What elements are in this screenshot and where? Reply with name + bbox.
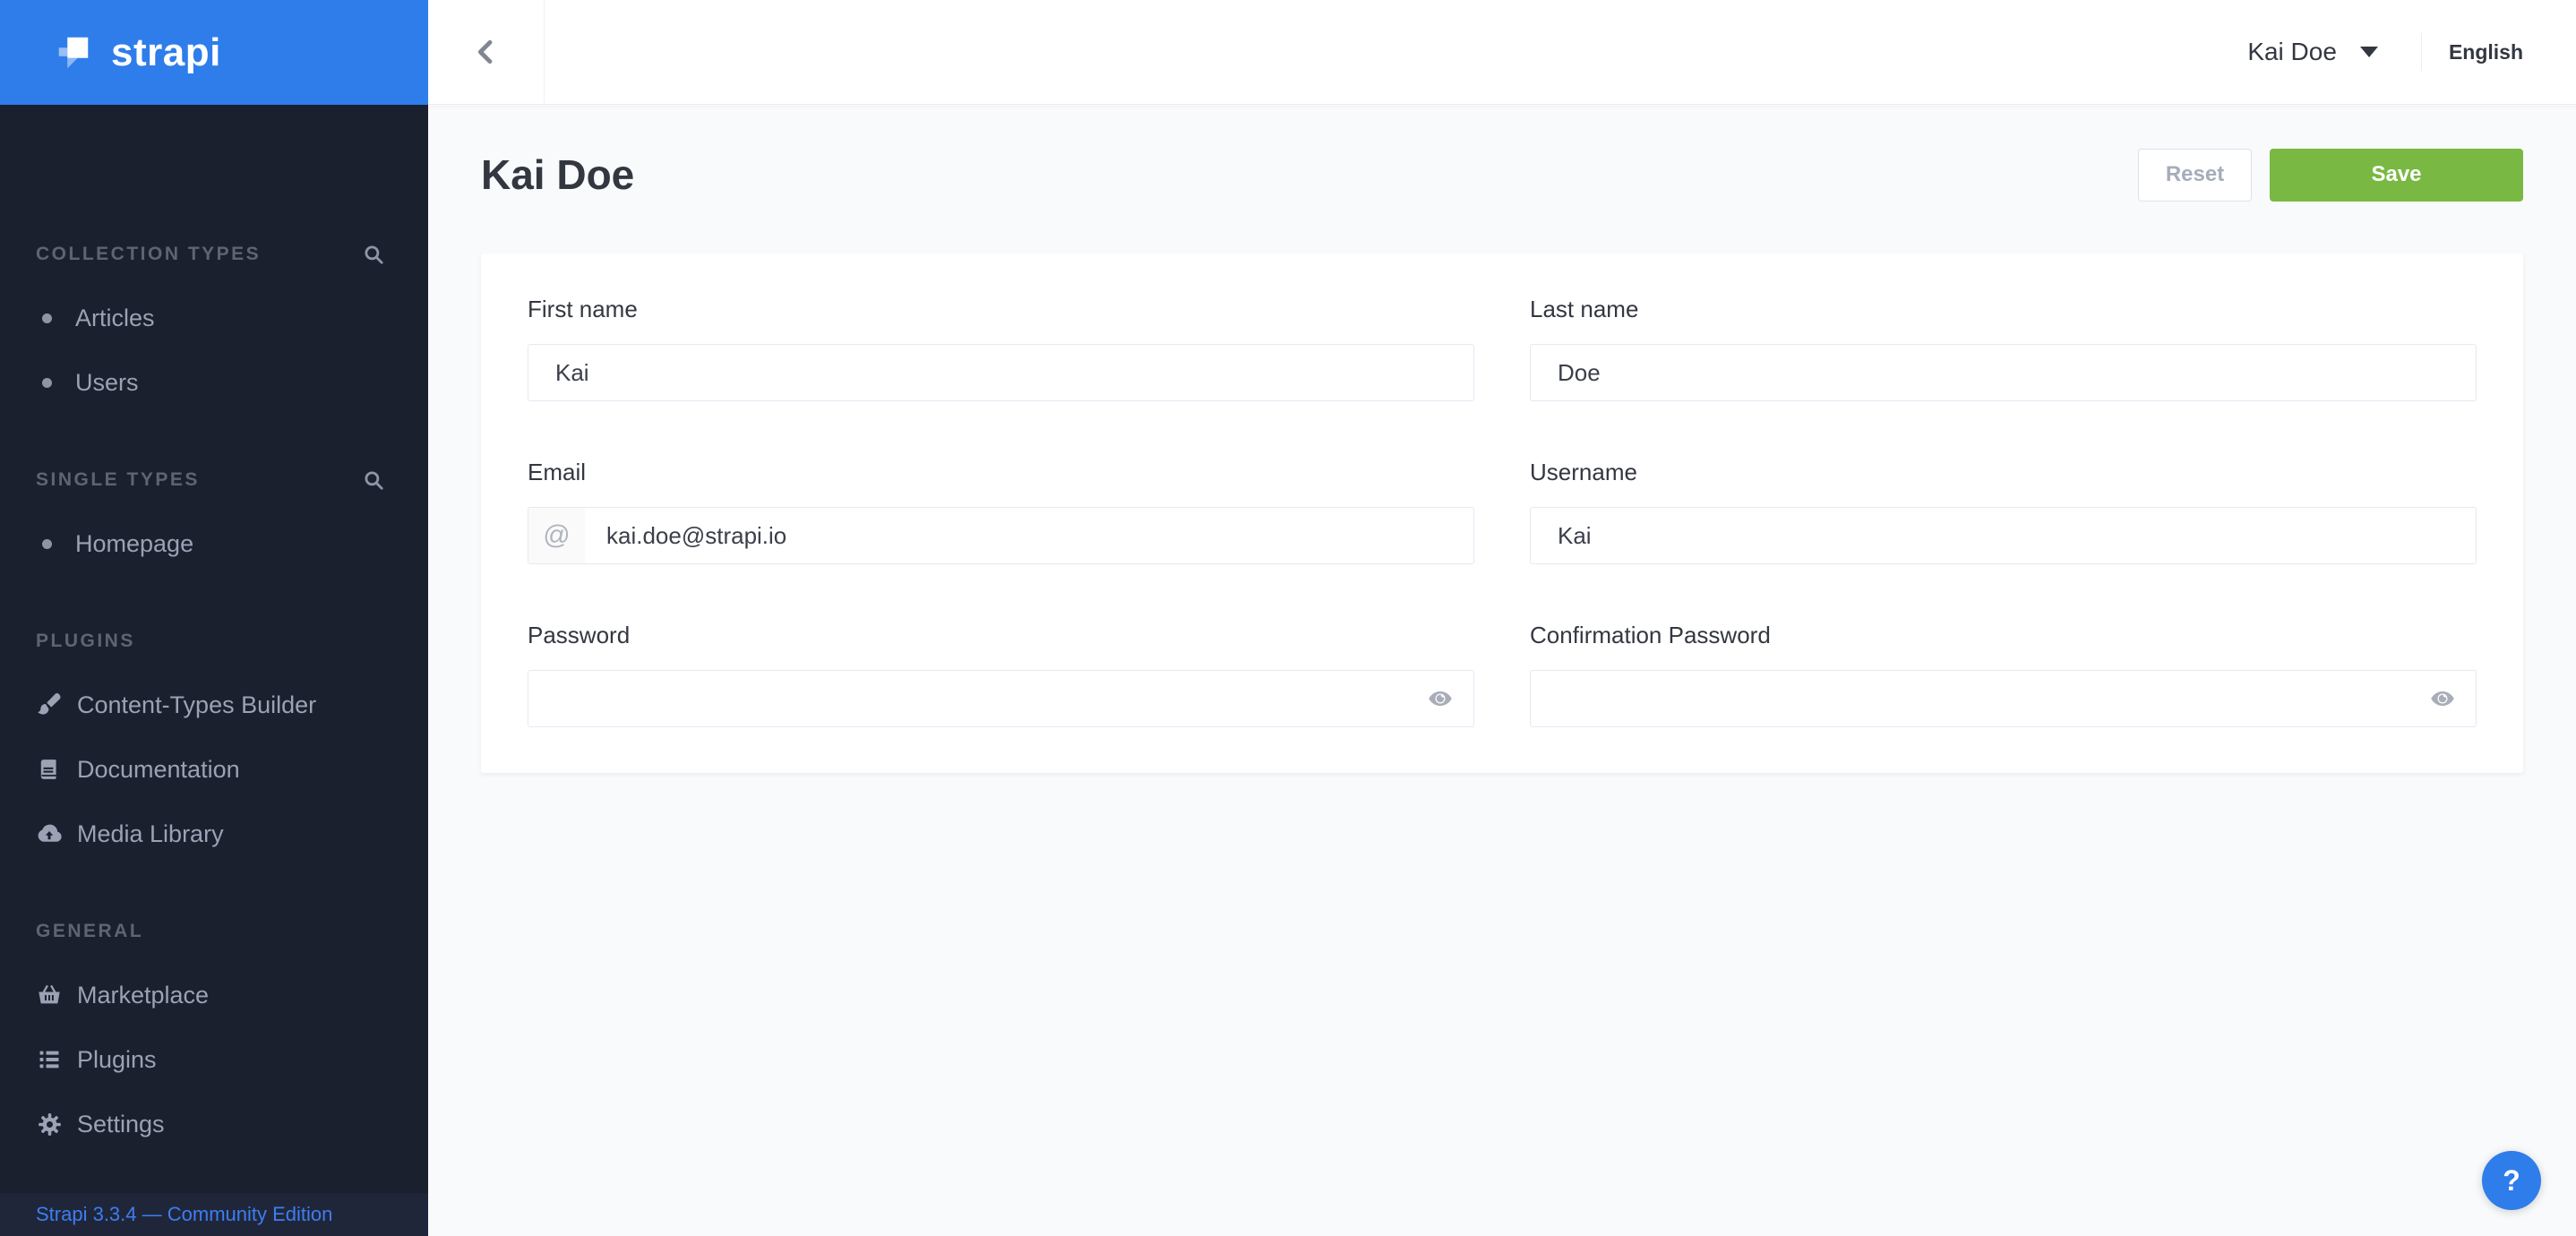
eye-icon[interactable]: [2429, 685, 2456, 712]
sidebar-item-label: Homepage: [75, 530, 193, 558]
brand-name: strapi: [111, 30, 221, 75]
sidebar-nav: COLLECTION TYPES Articles Users SINGLE T…: [0, 105, 428, 1156]
sidebar-item-marketplace[interactable]: Marketplace: [0, 963, 428, 1027]
sidebar-item-content-types-builder[interactable]: Content-Types Builder: [0, 673, 428, 737]
section-label: GENERAL: [36, 921, 143, 942]
section-single-types: SINGLE TYPES Homepage: [0, 467, 428, 576]
field-label: First name: [528, 296, 1474, 322]
user-menu[interactable]: Kai Doe: [2247, 38, 2378, 66]
password-input[interactable]: [528, 671, 1473, 726]
brush-icon: [34, 692, 64, 717]
sidebar-item-label: Content-Types Builder: [77, 691, 316, 719]
section-label: PLUGINS: [36, 631, 135, 652]
bullet-icon: [42, 313, 52, 323]
sidebar-item-settings[interactable]: Settings: [0, 1092, 428, 1156]
language-selector[interactable]: English: [2449, 40, 2523, 64]
field-label: Confirmation Password: [1530, 622, 2477, 648]
sidebar-item-users[interactable]: Users: [0, 350, 428, 415]
sidebar-item-homepage[interactable]: Homepage: [0, 511, 428, 576]
user-form-card: First name Last name Email @: [481, 253, 2523, 773]
field-confirmation-password: Confirmation Password: [1530, 622, 2477, 727]
sidebar-item-documentation[interactable]: Documentation: [0, 737, 428, 802]
bullet-icon: [42, 539, 52, 549]
sidebar-item-label: Settings: [77, 1111, 165, 1138]
chevron-left-icon: [472, 36, 501, 68]
last-name-input[interactable]: [1531, 345, 2476, 400]
back-button[interactable]: [428, 0, 545, 104]
main-area: Kai Doe English Kai Doe Reset Save First…: [428, 0, 2576, 1236]
sidebar-item-label: Documentation: [77, 756, 240, 784]
save-button[interactable]: Save: [2270, 149, 2523, 202]
section-label: COLLECTION TYPES: [36, 244, 261, 265]
topbar-divider: [2421, 33, 2422, 71]
field-password: Password: [528, 622, 1474, 727]
help-button[interactable]: ?: [2482, 1151, 2541, 1210]
sidebar-item-label: Media Library: [77, 820, 224, 848]
search-icon[interactable]: [362, 468, 385, 492]
gear-icon: [34, 1112, 64, 1137]
field-label: Last name: [1530, 296, 2477, 322]
sidebar-item-label: Plugins: [77, 1046, 157, 1074]
field-username: Username: [1530, 459, 2477, 564]
field-label: Password: [528, 622, 1474, 648]
version-link[interactable]: Strapi 3.3.4 — Community Edition: [36, 1203, 332, 1226]
confirmation-password-input[interactable]: [1531, 671, 2476, 726]
sidebar-item-label: Articles: [75, 305, 155, 332]
section-general: GENERAL Marketplace Plugins Settings: [0, 918, 428, 1156]
reset-button[interactable]: Reset: [2138, 149, 2252, 202]
username-input[interactable]: [1531, 508, 2476, 563]
page-title: Kai Doe: [481, 150, 634, 199]
strapi-logo[interactable]: strapi: [0, 0, 428, 105]
sidebar-footer: Strapi 3.3.4 — Community Edition: [0, 1193, 428, 1236]
field-label: Email: [528, 459, 1474, 485]
topbar: Kai Doe English: [428, 0, 2576, 105]
book-icon: [34, 758, 64, 781]
field-label: Username: [1530, 459, 2477, 485]
list-icon: [34, 1047, 64, 1072]
section-label: SINGLE TYPES: [36, 469, 200, 491]
field-last-name: Last name: [1530, 296, 2477, 401]
first-name-input[interactable]: [528, 345, 1473, 400]
content-area: Kai Doe Reset Save First name Last name: [428, 106, 2576, 1236]
bullet-icon: [42, 378, 52, 388]
chevron-down-icon: [2360, 47, 2378, 57]
section-collection-types: COLLECTION TYPES Articles Users: [0, 241, 428, 415]
sidebar-item-label: Marketplace: [77, 982, 209, 1009]
search-icon[interactable]: [362, 243, 385, 266]
eye-icon[interactable]: [1427, 685, 1454, 712]
page-header: Kai Doe Reset Save: [481, 147, 2523, 202]
basket-icon: [34, 983, 64, 1008]
strapi-logo-icon: [52, 32, 93, 73]
field-email: Email @: [528, 459, 1474, 564]
at-sign-icon: @: [528, 508, 585, 563]
sidebar-item-plugins[interactable]: Plugins: [0, 1027, 428, 1092]
field-first-name: First name: [528, 296, 1474, 401]
email-input[interactable]: [585, 508, 1473, 563]
sidebar-item-label: Users: [75, 369, 139, 397]
cloud-upload-icon: [34, 820, 64, 847]
sidebar: strapi COLLECTION TYPES Articles Users S…: [0, 0, 428, 1236]
sidebar-item-articles[interactable]: Articles: [0, 286, 428, 350]
sidebar-item-media-library[interactable]: Media Library: [0, 802, 428, 866]
user-name: Kai Doe: [2247, 38, 2337, 66]
section-plugins: PLUGINS Content-Types Builder Documentat…: [0, 628, 428, 866]
